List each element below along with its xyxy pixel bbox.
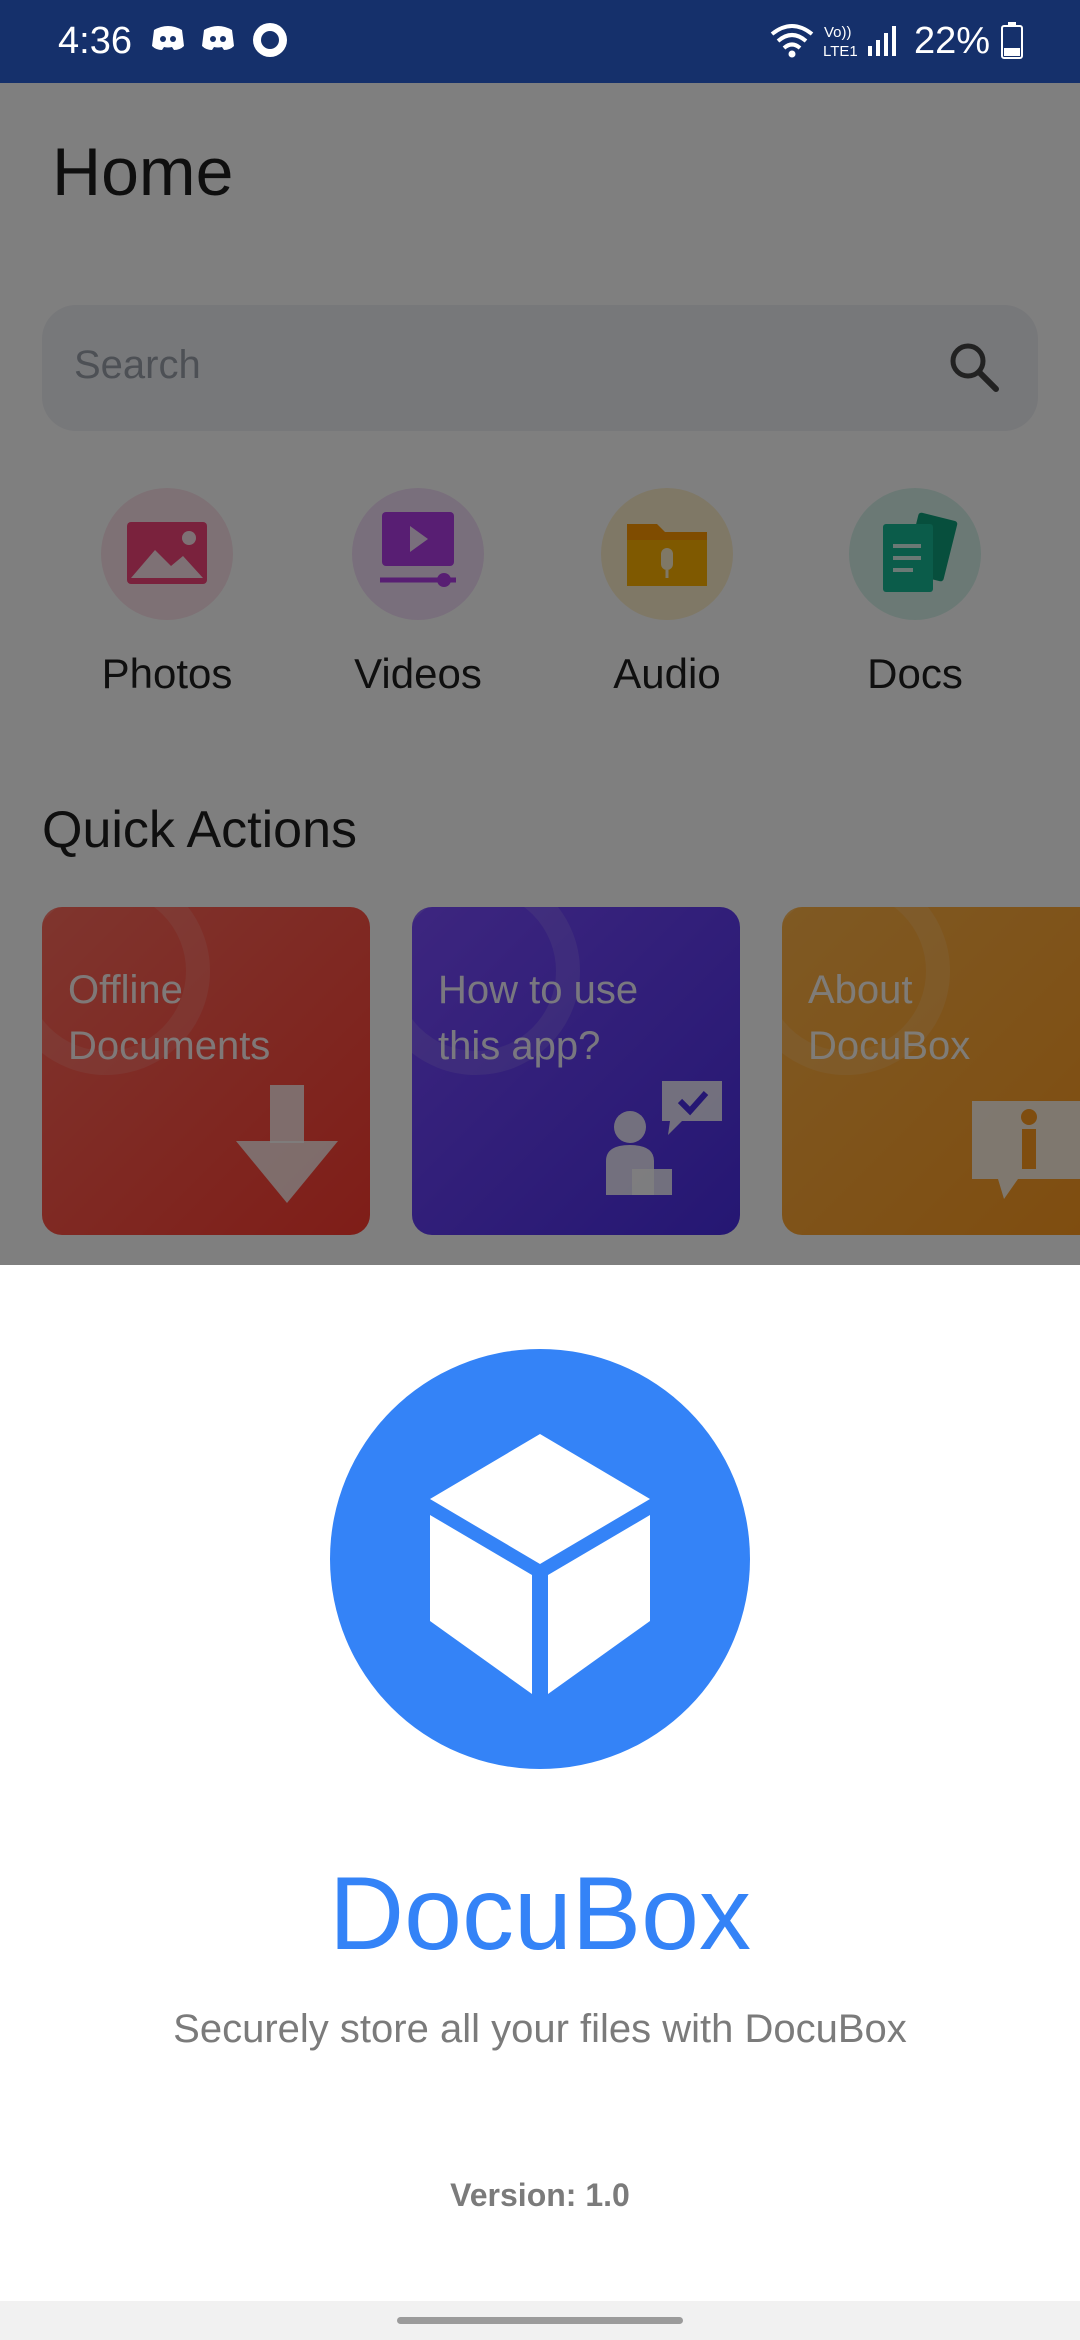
circle-app-icon: [250, 20, 290, 65]
discord-icon: [200, 20, 236, 65]
app-tagline: Securely store all your files with DocuB…: [173, 2007, 907, 2051]
status-time: 4:36: [58, 20, 132, 62]
home-gesture-handle[interactable]: [397, 2317, 683, 2324]
wifi-icon: [768, 20, 816, 65]
app-version: Version: 1.0: [450, 2177, 630, 2213]
app-name: DocuBox: [329, 1856, 751, 1972]
battery-icon: [1000, 20, 1024, 65]
discord-icon: [150, 20, 186, 65]
status-bar: 4:36 Vo)) LTE1 22%: [0, 0, 1080, 83]
modal-scrim[interactable]: [0, 83, 1080, 1265]
svg-text:Vo)): Vo)): [824, 24, 852, 41]
svg-text:LTE1: LTE1: [823, 43, 858, 60]
battery-percentage: 22%: [913, 20, 990, 62]
signal-icon: [866, 20, 902, 65]
lte-icon: Vo)) LTE1: [822, 22, 862, 67]
app-logo: [330, 1349, 750, 1769]
system-navigation-bar: [0, 2301, 1080, 2340]
cube-icon: [430, 1434, 650, 1694]
about-bottom-sheet: DocuBox Securely store all your files wi…: [0, 1265, 1080, 2301]
